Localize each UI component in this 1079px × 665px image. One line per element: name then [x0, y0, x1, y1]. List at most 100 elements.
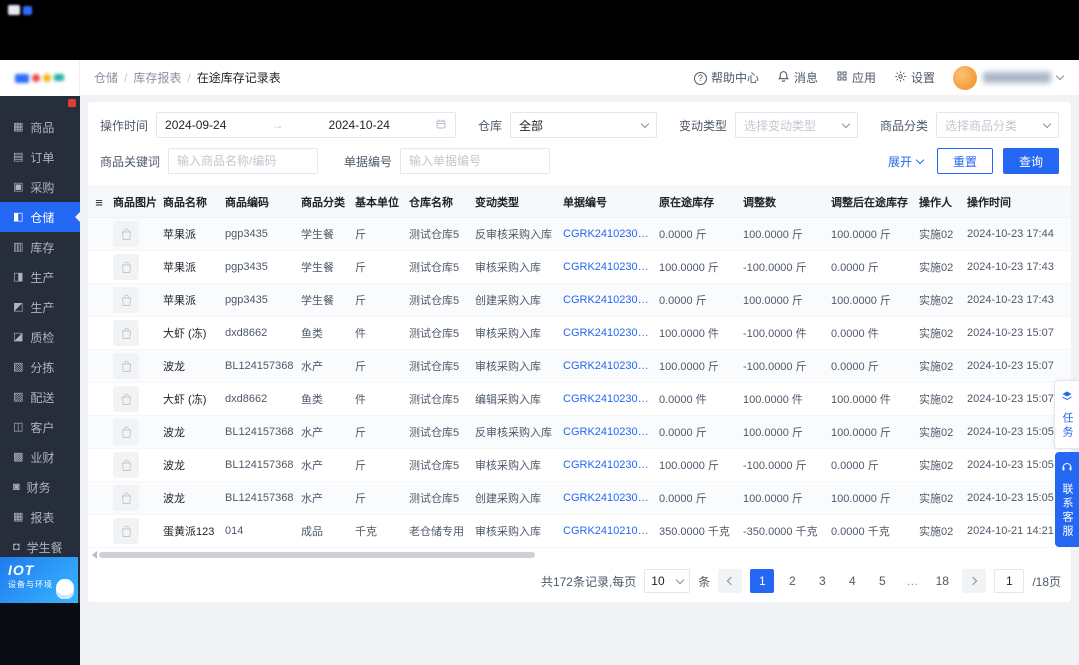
- table-row[interactable]: 波龙 BL124157368 水产 斤 测试仓库5 反审核采购入库 CGRK24102300…: [88, 416, 1071, 449]
- page-button[interactable]: 5: [870, 569, 894, 593]
- doc-no-link[interactable]: CGRK24102300002: [560, 228, 656, 240]
- sidebar-item-production-1[interactable]: ◨ 生产: [0, 262, 80, 292]
- table-row[interactable]: 苹果派 pgp3435 学生餐 斤 测试仓库5 审核采购入库 CGRK24102300002…: [88, 251, 1071, 284]
- inventory-icon: ▥: [13, 240, 24, 253]
- date-start-value[interactable]: 2024-09-24: [165, 118, 226, 132]
- column-header[interactable]: 仓库名称: [406, 194, 472, 210]
- page-ellipsis: …: [906, 574, 919, 588]
- doc-no-link[interactable]: CGRK24102300002: [560, 261, 656, 273]
- doc-no-link[interactable]: CGRK24102300002: [560, 294, 656, 306]
- expand-toggle[interactable]: 展开: [888, 153, 925, 170]
- avatar[interactable]: [953, 65, 977, 90]
- sidebar-item-finance[interactable]: ◙ 财务: [0, 472, 80, 502]
- page-button[interactable]: 2: [780, 569, 804, 593]
- doc-no-link[interactable]: CGRK24102300001: [560, 426, 656, 438]
- header-action-messages[interactable]: 消息: [777, 69, 818, 86]
- doc-no-link[interactable]: CGRK24102300001: [560, 327, 656, 339]
- doc-no-input[interactable]: [400, 148, 551, 174]
- column-header[interactable]: 商品编码: [222, 194, 298, 210]
- change-type: 创建采购入库: [475, 493, 541, 505]
- column-header[interactable]: 调整数: [740, 194, 828, 210]
- horizontal-scrollbar[interactable]: [92, 550, 1067, 560]
- chevron-down-icon: [1055, 71, 1065, 81]
- breadcrumb-item[interactable]: 仓储: [94, 69, 118, 86]
- doc-no-link[interactable]: CGRK24102300001: [560, 393, 656, 405]
- date-range-picker[interactable]: 2024-09-24 → 2024-10-24: [156, 112, 457, 138]
- product-image-placeholder: [113, 485, 139, 511]
- sidebar-item-customer[interactable]: ◫ 客户: [0, 412, 80, 442]
- product-image-placeholder: [113, 419, 139, 445]
- table-row[interactable]: 苹果派 pgp3435 学生餐 斤 测试仓库5 创建采购入库 CGRK24102300002…: [88, 284, 1071, 317]
- page-button[interactable]: 3: [810, 569, 834, 593]
- table-row[interactable]: 大虾 (冻) dxd8662 鱼类 件 测试仓库5 审核采购入库 CGRK241023000…: [88, 317, 1071, 350]
- warehouse-select[interactable]: 全部: [510, 112, 658, 138]
- user-menu[interactable]: [953, 65, 1065, 90]
- column-header[interactable]: 基本单位: [352, 194, 406, 210]
- column-header[interactable]: 原在途库存: [656, 194, 740, 210]
- date-end-value[interactable]: 2024-10-24: [329, 118, 390, 132]
- bizfinance-icon: ▩: [13, 450, 24, 463]
- tasks-widget[interactable]: 任务: [1054, 380, 1079, 449]
- header-action-apps[interactable]: 应用: [836, 69, 876, 86]
- sidebar-item-reports[interactable]: ▦ 报表: [0, 502, 80, 532]
- table-row[interactable]: 苹果派 pgp3435 学生餐 斤 测试仓库5 反审核采购入库 CGRK2410230000…: [88, 218, 1071, 251]
- sidebar-item-biz-finance[interactable]: ▩ 业财: [0, 442, 80, 472]
- column-header[interactable]: 调整后在途库存: [828, 194, 916, 210]
- category-select[interactable]: 选择商品分类: [936, 112, 1060, 138]
- doc-no-link[interactable]: CGRK24102300001: [560, 459, 656, 471]
- adjust-qty: 100.0000 斤: [743, 229, 803, 241]
- page-button[interactable]: 1: [750, 569, 775, 593]
- reset-button[interactable]: 重置: [936, 148, 993, 174]
- page-button[interactable]: 4: [840, 569, 864, 593]
- sidebar-item-orders[interactable]: ▤ 订单: [0, 142, 80, 172]
- warehouse-name: 测试仓库5: [409, 229, 460, 241]
- column-header[interactable]: 操作时间: [964, 194, 1071, 210]
- doc-no-link[interactable]: CGRK24102100002: [560, 525, 656, 537]
- product-name: 波龙: [163, 427, 185, 439]
- change-type-select[interactable]: 选择变动类型: [735, 112, 859, 138]
- table-row[interactable]: 大虾 (冻) dxd8662 鱼类 件 测试仓库5 编辑采购入库 CGRK241023000…: [88, 383, 1071, 416]
- next-page-button[interactable]: [962, 569, 987, 593]
- scrollbar-thumb[interactable]: [99, 552, 535, 558]
- page-button[interactable]: 18: [930, 569, 954, 593]
- scroll-left-icon[interactable]: [92, 551, 97, 559]
- doc-no-link[interactable]: CGRK24102300001: [560, 360, 656, 372]
- sidebar-item-inventory[interactable]: ▥ 库存: [0, 232, 80, 262]
- sidebar-item-delivery[interactable]: ▨ 配送: [0, 382, 80, 412]
- search-button[interactable]: 查询: [1002, 148, 1059, 174]
- header-action-settings[interactable]: 设置: [894, 69, 935, 86]
- column-header[interactable]: 变动类型: [472, 194, 560, 210]
- column-header[interactable]: 商品图片: [110, 194, 160, 210]
- table-row[interactable]: 波龙 BL124157368 水产 斤 测试仓库5 审核采购入库 CGRK241023000…: [88, 449, 1071, 482]
- delivery-icon: ▨: [13, 390, 24, 403]
- content-area: 操作时间 2024-09-24 → 2024-10-24 仓库 全部 变动类型 …: [80, 96, 1079, 665]
- sidebar-item-production-2[interactable]: ◩ 生产: [0, 292, 80, 322]
- column-header[interactable]: 商品名称: [160, 194, 222, 210]
- sidebar-item-sorting[interactable]: ▧ 分拣: [0, 352, 80, 382]
- doc-no-link[interactable]: CGRK24102300001: [560, 492, 656, 504]
- sidebar-item-quality[interactable]: ◪ 质检: [0, 322, 80, 352]
- table-row[interactable]: 波龙 BL124157368 水产 斤 测试仓库5 审核采购入库 CGRK241023000…: [88, 350, 1071, 383]
- column-header[interactable]: 商品分类: [298, 194, 352, 210]
- table-row[interactable]: 蛋黄派123 014 成品 千克 老仓储专用 审核采购入库 CGRK24102100002 3…: [88, 515, 1071, 548]
- column-settings-icon[interactable]: ≡: [88, 195, 110, 210]
- product-name: 苹果派: [163, 229, 196, 241]
- iot-mascot-icon: [56, 579, 74, 599]
- sidebar-item-goods[interactable]: ▦ 商品: [0, 112, 80, 142]
- sidebar-item-purchase[interactable]: ▣ 采购: [0, 172, 80, 202]
- page-size-select[interactable]: 10: [644, 569, 691, 593]
- product-name: 蛋黄派123: [163, 526, 215, 538]
- sidebar-item-warehouse[interactable]: ◧ 仓储: [0, 202, 80, 232]
- table-row[interactable]: 波龙 BL124157368 水产 斤 测试仓库5 创建采购入库 CGRK241023000…: [88, 482, 1071, 515]
- prev-page-button[interactable]: [718, 569, 743, 593]
- after-transit-qty: 100.0000 斤: [831, 229, 891, 241]
- keyword-input[interactable]: [168, 148, 319, 174]
- column-header[interactable]: 操作人: [916, 194, 964, 210]
- header-action-help-center[interactable]: ? 帮助中心: [693, 69, 759, 86]
- contact-support-widget[interactable]: 联系客服: [1055, 452, 1079, 547]
- breadcrumb-separator: /: [187, 70, 191, 85]
- page-jump-input[interactable]: [994, 569, 1025, 593]
- breadcrumb-item[interactable]: 库存报表: [133, 69, 181, 86]
- column-header[interactable]: 单据编号: [560, 194, 656, 210]
- operator: 实施02: [919, 493, 954, 505]
